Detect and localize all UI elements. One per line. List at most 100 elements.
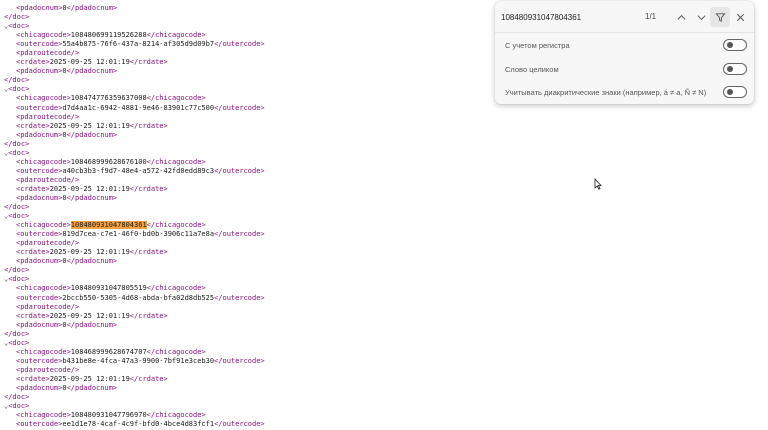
xml-tag: <crdate> bbox=[16, 374, 50, 383]
xml-tag: </doc> bbox=[4, 266, 30, 275]
mouse-cursor-icon bbox=[594, 178, 602, 190]
xml-line-doc-close: </doc> bbox=[4, 203, 265, 212]
xml-tag: </outercode> bbox=[214, 166, 265, 175]
xml-tag: <chicagocode> bbox=[16, 221, 71, 230]
xml-value: 2025-09-25 12:01:19 bbox=[49, 184, 130, 193]
xml-tag: <outercode> bbox=[16, 420, 63, 429]
xml-line-doc-open[interactable]: ⌄<doc> bbox=[4, 275, 265, 284]
xml-line-outercode: <outercode>a40cb3b3-f9d7-48e4-a572-42fd0… bbox=[4, 167, 265, 176]
xml-tag: <pdaroutecode/> bbox=[16, 49, 80, 58]
xml-line-doc-open[interactable]: ⌄<doc> bbox=[4, 402, 265, 411]
previous-match-button[interactable] bbox=[673, 9, 689, 25]
xml-line-pdadocnum: <pdadocnum>0</pdadocnum> bbox=[4, 321, 265, 330]
xml-tag: <pdaroutecode/> bbox=[16, 365, 80, 374]
xml-value: 55a4b875-76f6-437a-8214-af305d9d09b7 bbox=[62, 40, 215, 49]
chevron-up-icon bbox=[676, 14, 686, 20]
xml-tag: </doc> bbox=[4, 76, 30, 85]
close-icon bbox=[736, 13, 744, 21]
xml-line-outercode: <outercode>819d7cea-c7e1-46f0-bd0b-3906c… bbox=[4, 230, 265, 239]
xml-tag: </outercode> bbox=[214, 293, 265, 302]
xml-value: 819d7cea-c7e1-46f0-bd0b-3906c11a7e8a bbox=[62, 230, 215, 239]
xml-line-doc-close: </doc> bbox=[4, 76, 265, 85]
xml-line-doc-open[interactable]: ⌄<doc> bbox=[4, 339, 265, 348]
xml-tag: </outercode> bbox=[214, 230, 265, 239]
xml-line-pdadocnum: <pdadocnum>0</pdadocnum> bbox=[4, 257, 265, 266]
xml-tag: <chicagocode> bbox=[16, 94, 71, 103]
xml-tag: <outercode> bbox=[16, 230, 63, 239]
xml-line-crdate: <crdate>2025-09-25 12:01:19</crdate> bbox=[4, 248, 265, 257]
xml-tag: <crdate> bbox=[16, 311, 50, 320]
search-match-highlight: 108480931047804361 bbox=[70, 221, 147, 230]
xml-line-doc-open[interactable]: ⌄<doc> bbox=[4, 149, 265, 158]
diacritics-toggle[interactable] bbox=[723, 86, 747, 98]
next-match-button[interactable] bbox=[693, 9, 709, 25]
chevron-down-icon bbox=[696, 14, 706, 20]
xml-line-doc-open[interactable]: ⌄<doc> bbox=[4, 22, 265, 31]
find-input[interactable] bbox=[499, 7, 641, 27]
xml-tag: </pdadocnum> bbox=[66, 257, 118, 266]
xml-line-doc-close: </doc> bbox=[4, 266, 265, 275]
xml-tag: <pdaroutecode/> bbox=[16, 302, 80, 311]
xml-line-pdadocnum: <pdadocnum>0</pdadocnum> bbox=[4, 67, 265, 76]
xml-tag: <outercode> bbox=[16, 103, 63, 112]
xml-tag: <doc> bbox=[8, 402, 30, 411]
xml-line-pdaroutecode: <pdaroutecode/> bbox=[4, 303, 265, 312]
xml-tag: <doc> bbox=[8, 22, 30, 31]
xml-tag: </chicagocode> bbox=[146, 411, 206, 420]
xml-tag: </pdadocnum> bbox=[66, 383, 118, 392]
xml-line-crdate: <crdate>2025-09-25 12:01:19</crdate> bbox=[4, 122, 265, 131]
xml-tag: </crdate> bbox=[129, 248, 168, 257]
xml-tag: <chicagocode> bbox=[16, 347, 71, 356]
xml-line-outercode: <outercode>ee1d1e78-4caf-4c9f-bfd0-4bce4… bbox=[4, 420, 265, 429]
xml-line-pdaroutecode: <pdaroutecode/> bbox=[4, 239, 265, 248]
xml-line-chicagocode: <chicagocode>108468999628676100</chicago… bbox=[4, 158, 265, 167]
xml-line-doc-open[interactable]: ⌄<doc> bbox=[4, 212, 265, 221]
xml-line-crdate: <crdate>2025-09-25 12:01:19</crdate> bbox=[4, 312, 265, 321]
xml-line-doc-close: </doc> bbox=[4, 140, 265, 149]
xml-line-crdate: <crdate>2025-09-25 12:01:19</crdate> bbox=[4, 185, 265, 194]
xml-tag: </pdadocnum> bbox=[66, 320, 118, 329]
xml-line-pdadocnum: <pdadocnum>0</pdadocnum> bbox=[4, 194, 265, 203]
xml-value: 2025-09-25 12:01:19 bbox=[49, 311, 130, 320]
xml-tag: <outercode> bbox=[16, 356, 63, 365]
xml-line-chicagocode: <chicagocode>108474776359637008</chicago… bbox=[4, 94, 265, 103]
xml-line-doc-open[interactable]: ⌄<doc> bbox=[4, 85, 265, 94]
xml-line-doc-close: </doc> bbox=[4, 393, 265, 402]
filter-icon bbox=[714, 12, 726, 22]
xml-tag: <doc> bbox=[8, 275, 30, 284]
xml-value: b431be8e-4fca-47a3-9900-7bf91e3ceb30 bbox=[62, 356, 215, 365]
xml-line-pdaroutecode: <pdaroutecode/> bbox=[4, 113, 265, 122]
xml-tag: </chicagocode> bbox=[146, 221, 206, 230]
xml-value: 2025-09-25 12:01:19 bbox=[49, 58, 130, 67]
xml-line-outercode: <outercode>d7d4aa1c-6942-4881-9e46-83901… bbox=[4, 104, 265, 113]
xml-tag: </crdate> bbox=[129, 184, 168, 193]
xml-line-pdadocnum: <pdadocnum>0</pdadocnum> bbox=[4, 384, 265, 393]
match-case-toggle[interactable] bbox=[723, 39, 747, 51]
xml-line-crdate: <crdate>2025-09-25 12:01:19</crdate> bbox=[4, 375, 265, 384]
xml-line-chicagocode: <chicagocode>108480931047796970</chicago… bbox=[4, 411, 265, 420]
xml-tag: </crdate> bbox=[129, 374, 168, 383]
xml-value: 2025-09-25 12:01:19 bbox=[49, 248, 130, 257]
xml-tag: </pdadocnum> bbox=[66, 193, 118, 202]
xml-tag: <pdaroutecode/> bbox=[16, 239, 80, 248]
close-find-button[interactable] bbox=[732, 9, 748, 25]
find-panel: 1/1 С учетом регистра Слово целиком Учит… bbox=[495, 1, 754, 104]
xml-tag: <outercode> bbox=[16, 166, 63, 175]
xml-line-doc-close: </doc> bbox=[4, 330, 265, 339]
xml-tag: </doc> bbox=[4, 13, 30, 22]
whole-word-toggle[interactable] bbox=[723, 63, 747, 75]
option-diacritics-label: Учитывать диакритические знаки (например… bbox=[505, 87, 707, 97]
xml-line-pdaroutecode: <pdaroutecode/> bbox=[4, 49, 265, 58]
xml-line-pdaroutecode: <pdaroutecode/> bbox=[4, 176, 265, 185]
xml-line-pdaroutecode: <pdaroutecode/> bbox=[4, 366, 265, 375]
xml-tag: </outercode> bbox=[214, 103, 265, 112]
option-match-case-label: С учетом регистра bbox=[505, 40, 570, 50]
xml-line-pdadocnum: <pdadocnum>0</pdadocnum> bbox=[4, 131, 265, 140]
xml-tag: <chicagocode> bbox=[16, 284, 71, 293]
xml-tag: </outercode> bbox=[214, 40, 265, 49]
xml-tag: </outercode> bbox=[214, 420, 265, 429]
xml-line-chicagocode: <chicagocode>108468999628674707</chicago… bbox=[4, 348, 265, 357]
search-options-button[interactable] bbox=[710, 7, 730, 27]
xml-tag: </chicagocode> bbox=[146, 157, 206, 166]
xml-tag: <crdate> bbox=[16, 184, 50, 193]
